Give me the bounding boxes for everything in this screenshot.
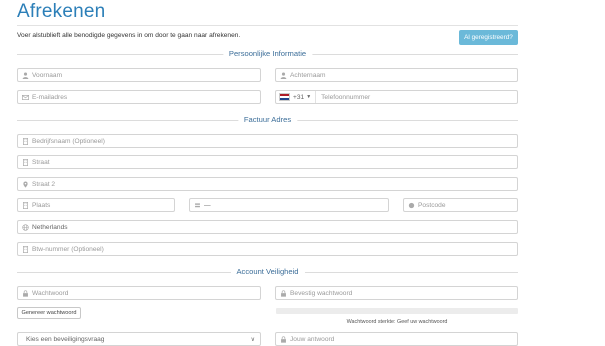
user-icon xyxy=(276,72,290,79)
building-icon xyxy=(18,137,32,145)
city-field[interactable]: Plaats xyxy=(17,198,175,212)
security-answer-field[interactable]: Jouw antwoord xyxy=(275,332,518,346)
security-question-select[interactable]: Kies een beveiligingsvraag ∨ xyxy=(17,332,261,346)
company-placeholder: Bedrijfsnaam (Optioneel) xyxy=(32,137,105,145)
country-select[interactable]: Netherlands xyxy=(17,220,518,234)
generate-password-button[interactable]: Genereer wachtwoord xyxy=(17,307,81,319)
state-value: — xyxy=(204,201,211,209)
state-select[interactable]: — xyxy=(189,198,389,212)
country-code-selector[interactable]: +31 ▼ xyxy=(276,91,317,103)
page-title: Afrekenen xyxy=(17,1,106,22)
street2-field[interactable]: Straat 2 xyxy=(17,177,518,191)
netherlands-flag-icon xyxy=(279,93,290,101)
password-strength-text: Wachtwoord sterkte: Geef uw wachtwoord xyxy=(346,319,448,325)
confirm-password-placeholder: Bevestig wachtwoord xyxy=(290,289,353,297)
street-field[interactable]: Straat xyxy=(17,155,518,169)
company-field[interactable]: Bedrijfsnaam (Optioneel) xyxy=(17,134,518,148)
country-value: Netherlands xyxy=(32,223,68,231)
vat-number-placeholder: Btw-nummer (Optioneel) xyxy=(32,245,104,253)
caret-down-icon: ▼ xyxy=(306,94,312,100)
password-placeholder: Wachtwoord xyxy=(32,289,69,297)
street-placeholder: Straat xyxy=(32,158,50,166)
country-code: +31 xyxy=(293,93,305,101)
section-title: Account Veiligheid xyxy=(230,267,305,277)
vat-number-field[interactable]: Btw-nummer (Optioneel) xyxy=(17,242,518,256)
postcode-placeholder: Postcode xyxy=(418,201,446,209)
section-personal-info: Persoonlijke Informatie xyxy=(17,49,518,59)
lock-icon xyxy=(276,289,290,297)
email-placeholder: E-mailadres xyxy=(32,93,68,101)
lock-icon xyxy=(18,289,32,297)
map-marker-icon xyxy=(18,181,32,188)
postcode-field[interactable]: Postcode xyxy=(403,198,518,212)
building-icon xyxy=(18,158,32,166)
building-icon xyxy=(18,245,32,253)
city-placeholder: Plaats xyxy=(32,201,51,209)
title-divider xyxy=(17,25,518,26)
lock-icon xyxy=(276,335,290,343)
phone-field[interactable]: +31 ▼ Telefoonnummer xyxy=(275,90,518,104)
last-name-placeholder: Achternaam xyxy=(290,71,326,79)
postcode-icon xyxy=(404,202,418,209)
section-title: Factuur Adres xyxy=(237,115,298,125)
password-field[interactable]: Wachtwoord xyxy=(17,286,261,300)
globe-icon xyxy=(18,223,32,231)
building-icon xyxy=(18,201,32,209)
last-name-field[interactable]: Achternaam xyxy=(275,68,518,82)
section-title: Persoonlijke Informatie xyxy=(222,49,313,59)
intro-text: Voer alstublieft alle benodigde gegevens… xyxy=(17,32,241,39)
section-account-security: Account Veiligheid xyxy=(17,267,518,277)
envelope-icon xyxy=(18,94,32,101)
user-icon xyxy=(18,72,32,79)
chevron-down-icon: ∨ xyxy=(250,336,255,343)
password-strength-bar xyxy=(276,308,518,314)
map-signs-icon xyxy=(190,202,204,209)
phone-placeholder: Telefoonnummer xyxy=(321,93,371,101)
already-registered-button[interactable]: Al geregistreerd? xyxy=(459,30,518,45)
street2-placeholder: Straat 2 xyxy=(32,180,56,188)
first-name-placeholder: Voornaam xyxy=(32,71,63,79)
confirm-password-field[interactable]: Bevestig wachtwoord xyxy=(275,286,518,300)
security-question-value: Kies een beveiligingsvraag xyxy=(26,335,105,343)
section-billing-address: Factuur Adres xyxy=(17,115,518,125)
first-name-field[interactable]: Voornaam xyxy=(17,68,261,82)
security-answer-placeholder: Jouw antwoord xyxy=(290,335,335,343)
email-field[interactable]: E-mailadres xyxy=(17,90,261,104)
